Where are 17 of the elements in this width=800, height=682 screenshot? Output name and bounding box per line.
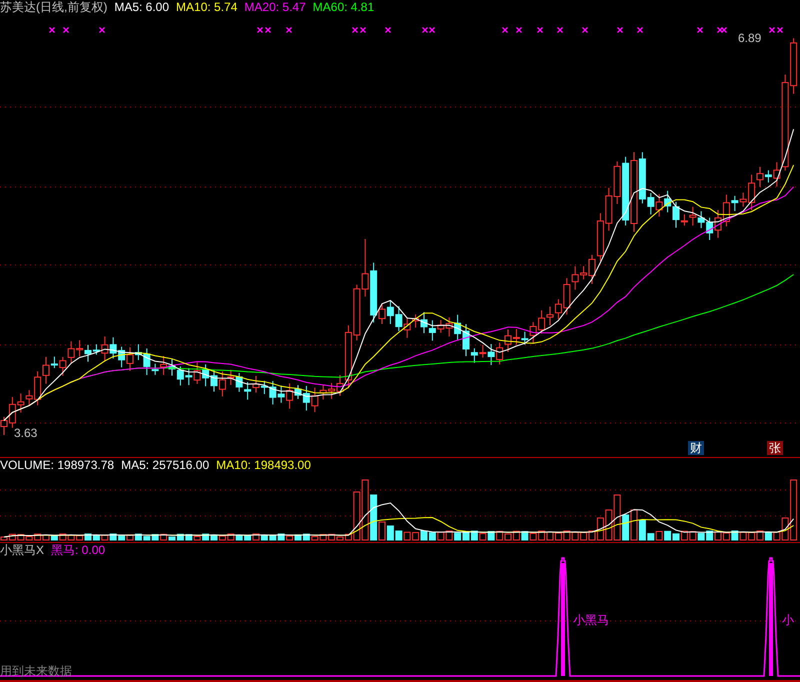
moving-average-value: MA5: 6.00 xyxy=(114,0,170,14)
volume-value: MA5: 257516.00 xyxy=(121,458,210,472)
moving-average-value: MA60: 4.81 xyxy=(312,0,374,14)
indicator-value: 黑马: 0.00 xyxy=(51,543,106,557)
high-price-label: 6.89 xyxy=(738,32,762,45)
volume-value: VOLUME: 198973.78 xyxy=(0,458,114,472)
event-badge: 财 xyxy=(688,441,704,455)
low-price-label: 3.63 xyxy=(14,427,38,440)
chart-title: 苏美达(日线,前复权) xyxy=(0,0,108,14)
footnote-text: 用到未来数据 xyxy=(0,665,72,678)
signal-label: 小黑马 xyxy=(573,614,609,627)
moving-average-value: MA20: 5.47 xyxy=(244,0,306,14)
volume-value: MA10: 198493.00 xyxy=(216,458,311,472)
moving-average-value: MA10: 5.74 xyxy=(176,0,238,14)
indicator-title: 小黑马X xyxy=(0,543,44,557)
signal-label: 小 xyxy=(782,614,794,627)
event-badge: 张 xyxy=(767,441,783,455)
